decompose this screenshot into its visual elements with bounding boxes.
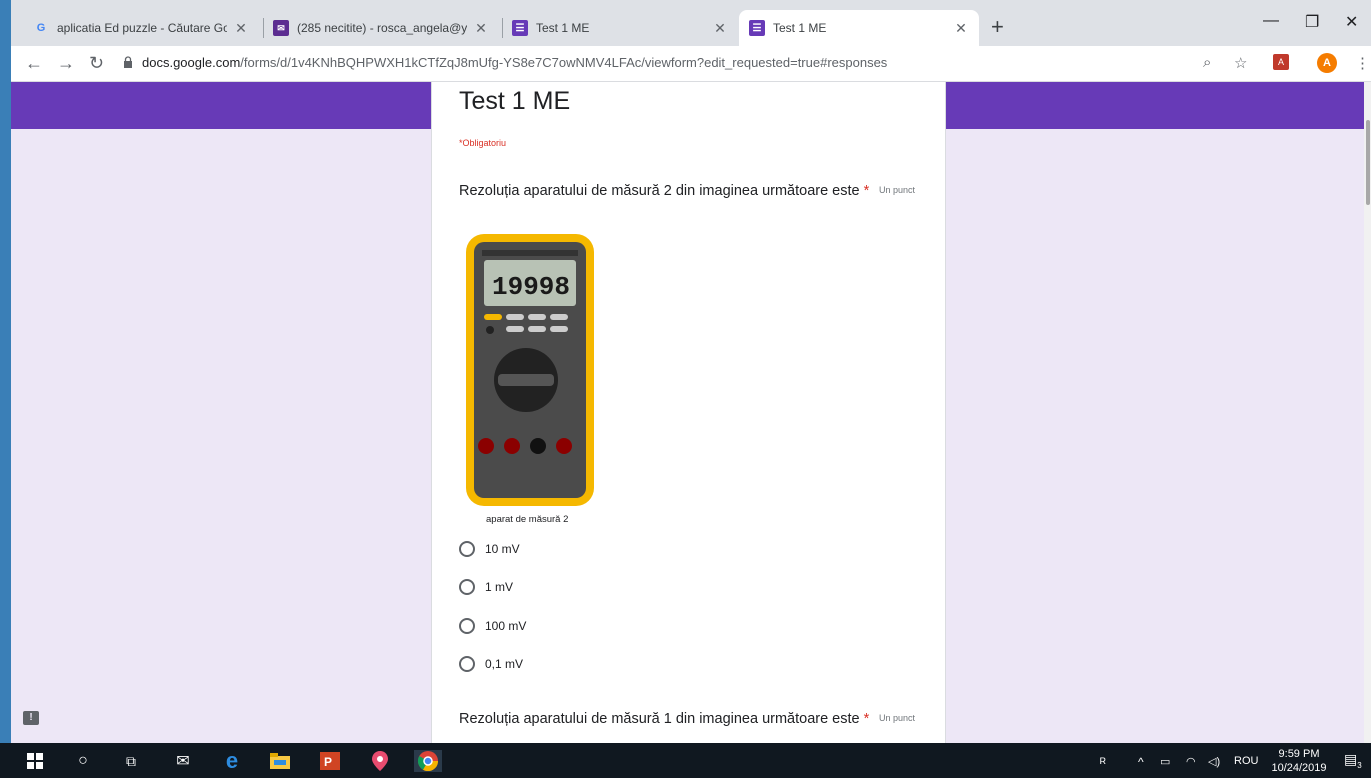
edge-browser-icon[interactable]: e: [220, 748, 244, 773]
file-explorer-icon[interactable]: [268, 750, 292, 772]
show-hidden-icons-icon[interactable]: ^: [1138, 755, 1144, 769]
menu-icon[interactable]: ⋮: [1355, 54, 1370, 72]
radio-button[interactable]: [459, 618, 475, 634]
star-icon[interactable]: ☆: [1234, 54, 1247, 72]
notification-count: 3: [1357, 760, 1362, 770]
chrome-app-icon[interactable]: [414, 750, 442, 772]
mail-app-icon[interactable]: ✉: [170, 750, 196, 772]
display-reading: 19998: [492, 272, 570, 302]
question-1-text: Rezoluția aparatului de măsură 2 din ima…: [459, 183, 860, 199]
option-0-1mv[interactable]: 0,1 mV: [459, 654, 523, 674]
close-icon[interactable]: ✕: [233, 20, 249, 37]
option-1mv[interactable]: 1 mV: [459, 577, 513, 597]
tab-mail[interactable]: ✉ (285 necitite) - rosca_angela@ya ✕: [263, 10, 499, 46]
forms-icon: ☰: [749, 20, 765, 36]
clock-date: 10/24/2019: [1271, 762, 1327, 774]
tab-test1-me[interactable]: ☰ Test 1 ME ✕: [502, 10, 738, 46]
pdf-extension-icon[interactable]: A: [1273, 54, 1289, 70]
close-icon[interactable]: ✕: [953, 20, 969, 37]
close-icon[interactable]: ✕: [712, 20, 728, 37]
svg-text:P: P: [324, 755, 332, 769]
option-100mv[interactable]: 100 mV: [459, 616, 526, 636]
clock-time: 9:59 PM: [1278, 748, 1320, 760]
mail-icon: ✉: [273, 20, 289, 36]
scrollbar-thumb[interactable]: [1366, 120, 1370, 205]
radio-button[interactable]: [459, 656, 475, 672]
url-path: /forms/d/1v4KNhBQHPWXH1kCTfZqJ8mUfg-YS8e…: [240, 55, 888, 70]
browser-window: G aplicatia Ed puzzle - Căutare Goo ✕ ✉ …: [11, 0, 1371, 743]
question-2-text: Rezoluția aparatului de măsură 1 din ima…: [459, 711, 860, 727]
radio-button[interactable]: [459, 579, 475, 595]
minimize-button[interactable]: —: [1263, 12, 1279, 30]
forward-button[interactable]: →: [57, 53, 75, 74]
question-2: Rezoluția aparatului de măsură 1 din ima…: [459, 708, 879, 730]
question-1: Rezoluția aparatului de măsură 2 din ima…: [459, 180, 879, 202]
address-bar[interactable]: docs.google.com/forms/d/1v4KNhBQHPWXH1kC…: [142, 55, 887, 70]
windows-start-icon[interactable]: [24, 750, 46, 772]
people-icon[interactable]: ᴿ: [1100, 755, 1106, 770]
google-icon: G: [36, 22, 46, 34]
zoom-icon[interactable]: ⌕: [1203, 54, 1211, 71]
reload-button[interactable]: ↻: [89, 53, 104, 74]
multimeter-image: 19998: [466, 234, 594, 506]
option-10mv[interactable]: 10 mV: [459, 539, 520, 559]
question-2-points: Un punct: [879, 713, 916, 723]
volume-icon[interactable]: ◁): [1208, 755, 1220, 768]
profile-avatar[interactable]: A: [1317, 53, 1337, 73]
required-star: *: [863, 183, 870, 199]
powerpoint-icon[interactable]: P: [318, 750, 342, 772]
browser-toolbar: ← → ↻ docs.google.com/forms/d/1v4KNhBQHP…: [11, 46, 1371, 82]
forms-icon: ☰: [512, 20, 528, 36]
close-window-button[interactable]: ✕: [1345, 12, 1358, 32]
battery-icon[interactable]: ▭: [1160, 755, 1170, 768]
language-indicator[interactable]: ROU: [1234, 755, 1258, 767]
feedback-icon[interactable]: !: [23, 711, 39, 725]
task-view-icon[interactable]: ⧉: [120, 750, 142, 772]
new-tab-button[interactable]: +: [991, 14, 1004, 40]
tab-google-search[interactable]: G aplicatia Ed puzzle - Căutare Goo ✕: [23, 10, 259, 46]
wifi-icon[interactable]: ◠: [1186, 755, 1196, 768]
notifications-icon[interactable]: ▤3: [1344, 751, 1362, 770]
maps-app-icon[interactable]: [368, 750, 392, 772]
required-star: *: [863, 711, 870, 727]
radio-button[interactable]: [459, 541, 475, 557]
required-note: *Obligatoriu: [459, 138, 507, 148]
url-host: docs.google.com: [142, 55, 241, 70]
tab-test1-me-active[interactable]: ☰ Test 1 ME ✕: [739, 10, 979, 46]
question-1-points: Un punct: [879, 185, 916, 195]
cortana-search-icon[interactable]: ○: [72, 750, 94, 772]
tab-strip: G aplicatia Ed puzzle - Căutare Goo ✕ ✉ …: [11, 0, 1371, 46]
form-card: Test 1 ME *Obligatoriu Rezoluția aparatu…: [431, 82, 946, 743]
windows-taskbar: ○ ⧉ ✉ e P ᴿ ^ ▭ ◠ ◁) ROU 9:59 PM 10/24/2…: [0, 743, 1371, 778]
back-button[interactable]: ←: [25, 53, 43, 74]
form-title: Test 1 ME: [459, 87, 571, 115]
close-icon[interactable]: ✕: [473, 20, 489, 37]
restore-button[interactable]: ❐: [1305, 12, 1319, 32]
clock[interactable]: 9:59 PM 10/24/2019: [1268, 747, 1330, 775]
image-caption: aparat de măsură 2: [486, 514, 569, 525]
lock-icon: [124, 56, 132, 68]
